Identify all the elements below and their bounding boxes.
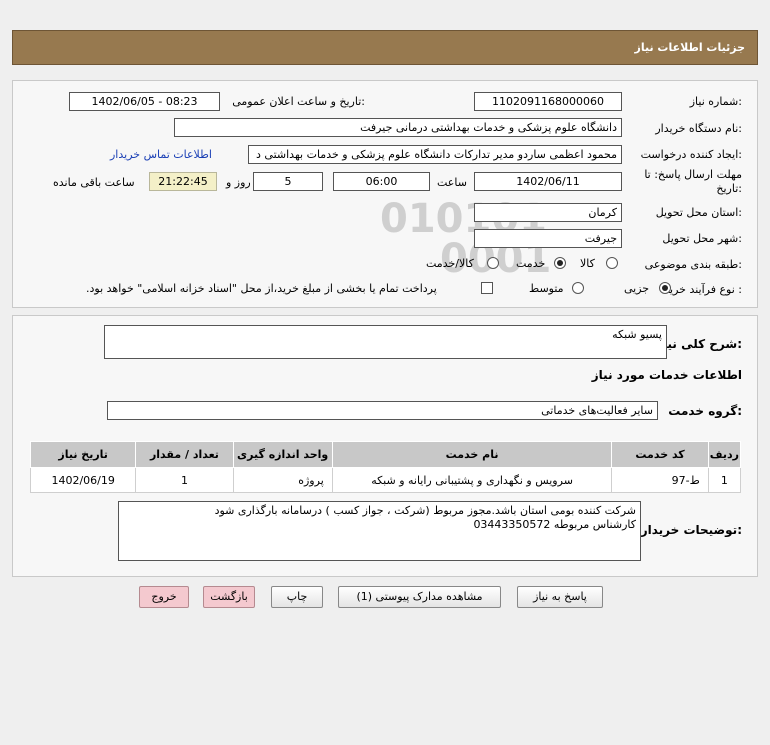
process-radio-medium[interactable] — [572, 282, 584, 294]
col-need-date: تاریخ نیاز — [29, 441, 137, 468]
print-button[interactable]: چاپ — [271, 586, 323, 608]
services-table: ردیف کد خدمت نام خدمت واحد اندازه گیری ت… — [29, 441, 742, 493]
treasury-checkbox[interactable] — [481, 282, 493, 294]
process-radio-minor[interactable] — [659, 282, 671, 294]
cell-need-date: 1402/06/19 — [29, 467, 137, 493]
buyer-field: دانشگاه علوم پزشکی و خدمات بهداشتی درمان… — [174, 118, 622, 137]
service-group-field: سایر فعالیت‌های خدماتی — [107, 401, 658, 420]
category-radio-service[interactable] — [554, 257, 566, 269]
remaining-label: ساعت باقی مانده — [53, 176, 135, 189]
table-header-row: ردیف کد خدمت نام خدمت واحد اندازه گیری ت… — [29, 441, 742, 468]
process-option-minor: جزیی — [624, 282, 650, 295]
col-quantity: تعداد / مقدار — [135, 441, 234, 468]
page-header: جزئیات اطلاعات نیاز — [12, 30, 758, 65]
attachments-button[interactable]: مشاهده مدارک پیوستی (1) — [338, 586, 501, 608]
summary-label: شرح کلی نیاز: — [656, 337, 742, 351]
deadline-date-field: 1402/06/11 — [474, 172, 622, 191]
creator-label: ایجاد کننده درخواست: — [640, 148, 742, 161]
remaining-time-field: 21:22:45 — [149, 172, 217, 191]
city-label: شهر محل تحویل: — [662, 232, 742, 245]
table-row: 1 ط-97 سرویس و نگهداری و پشتیبانی رایانه… — [29, 467, 742, 493]
buyer-notes-line-1: شرکت کننده بومی استان باشد.مجوز مربوط (ش… — [214, 504, 636, 517]
cell-service-code: ط-97 — [611, 467, 709, 493]
page-title: جزئیات اطلاعات نیاز — [634, 41, 746, 54]
cell-quantity: 1 — [135, 467, 234, 493]
deadline-time-label: ساعت — [437, 176, 467, 189]
category-option-goods: کالا — [580, 257, 595, 270]
treasury-payment-note: پرداخت تمام یا بخشی از مبلغ خرید،از محل … — [86, 282, 437, 295]
col-row-number: ردیف — [707, 441, 742, 468]
cell-service-name: سرویس و نگهداری و پشتیبانی رایانه و شبکه — [331, 467, 613, 493]
city-field: جیرفت — [474, 229, 622, 248]
reply-button[interactable]: پاسخ به نیاز — [517, 586, 603, 608]
buyer-label: نام دستگاه خریدار: — [655, 122, 742, 135]
province-label: استان محل تحویل: — [655, 206, 742, 219]
category-option-service: خدمت — [516, 257, 546, 270]
col-service-name: نام خدمت — [331, 441, 613, 468]
creator-field: محمود اعظمی ساردو مدیر تدارکات دانشگاه ع… — [248, 145, 622, 164]
summary-field: پسیو شبکه — [104, 325, 667, 359]
buyer-notes-label: توضیحات خریدار: — [640, 523, 742, 537]
deadline-label-1: مهلت ارسال پاسخ: تا — [644, 168, 742, 181]
deadline-time-field: 06:00 — [333, 172, 430, 191]
category-option-goods-service: کالا/خدمت — [426, 257, 474, 270]
col-unit: واحد اندازه گیری — [232, 441, 333, 468]
category-radio-goods[interactable] — [606, 257, 618, 269]
need-number-field: 1102091168000060 — [474, 92, 622, 111]
need-number-label: شماره نیاز: — [689, 95, 742, 108]
category-radio-goods-service[interactable] — [487, 257, 499, 269]
days-label: روز و — [226, 176, 251, 189]
category-label: طبقه بندی موضوعی: — [644, 258, 742, 271]
exit-button[interactable]: خروج — [139, 586, 189, 608]
announce-label: تاریخ و ساعت اعلان عمومی: — [232, 95, 365, 108]
process-label: نوع فرآیند خرید : — [664, 283, 742, 296]
buyer-notes-field: شرکت کننده بومی استان باشد.مجوز مربوط (ش… — [118, 501, 641, 561]
buyer-contact-link[interactable]: اطلاعات تماس خریدار — [110, 148, 212, 161]
need-details-panel — [12, 80, 758, 308]
announce-field: 1402/06/05 - 08:23 — [69, 92, 220, 111]
cell-unit: پروژه — [232, 467, 333, 493]
col-service-code: کد خدمت — [611, 441, 709, 468]
back-button[interactable]: بازگشت — [203, 586, 255, 608]
process-option-medium: متوسط — [529, 282, 564, 295]
deadline-label-2: تاریخ: — [716, 182, 742, 195]
service-group-label: گروه خدمت: — [668, 404, 742, 418]
province-field: کرمان — [474, 203, 622, 222]
days-field: 5 — [253, 172, 323, 191]
services-title: اطلاعات خدمات مورد نیاز — [591, 368, 742, 382]
buyer-notes-line-2: کارشناس مربوطه 03443350572 — [473, 518, 636, 531]
cell-row-number: 1 — [707, 467, 742, 493]
